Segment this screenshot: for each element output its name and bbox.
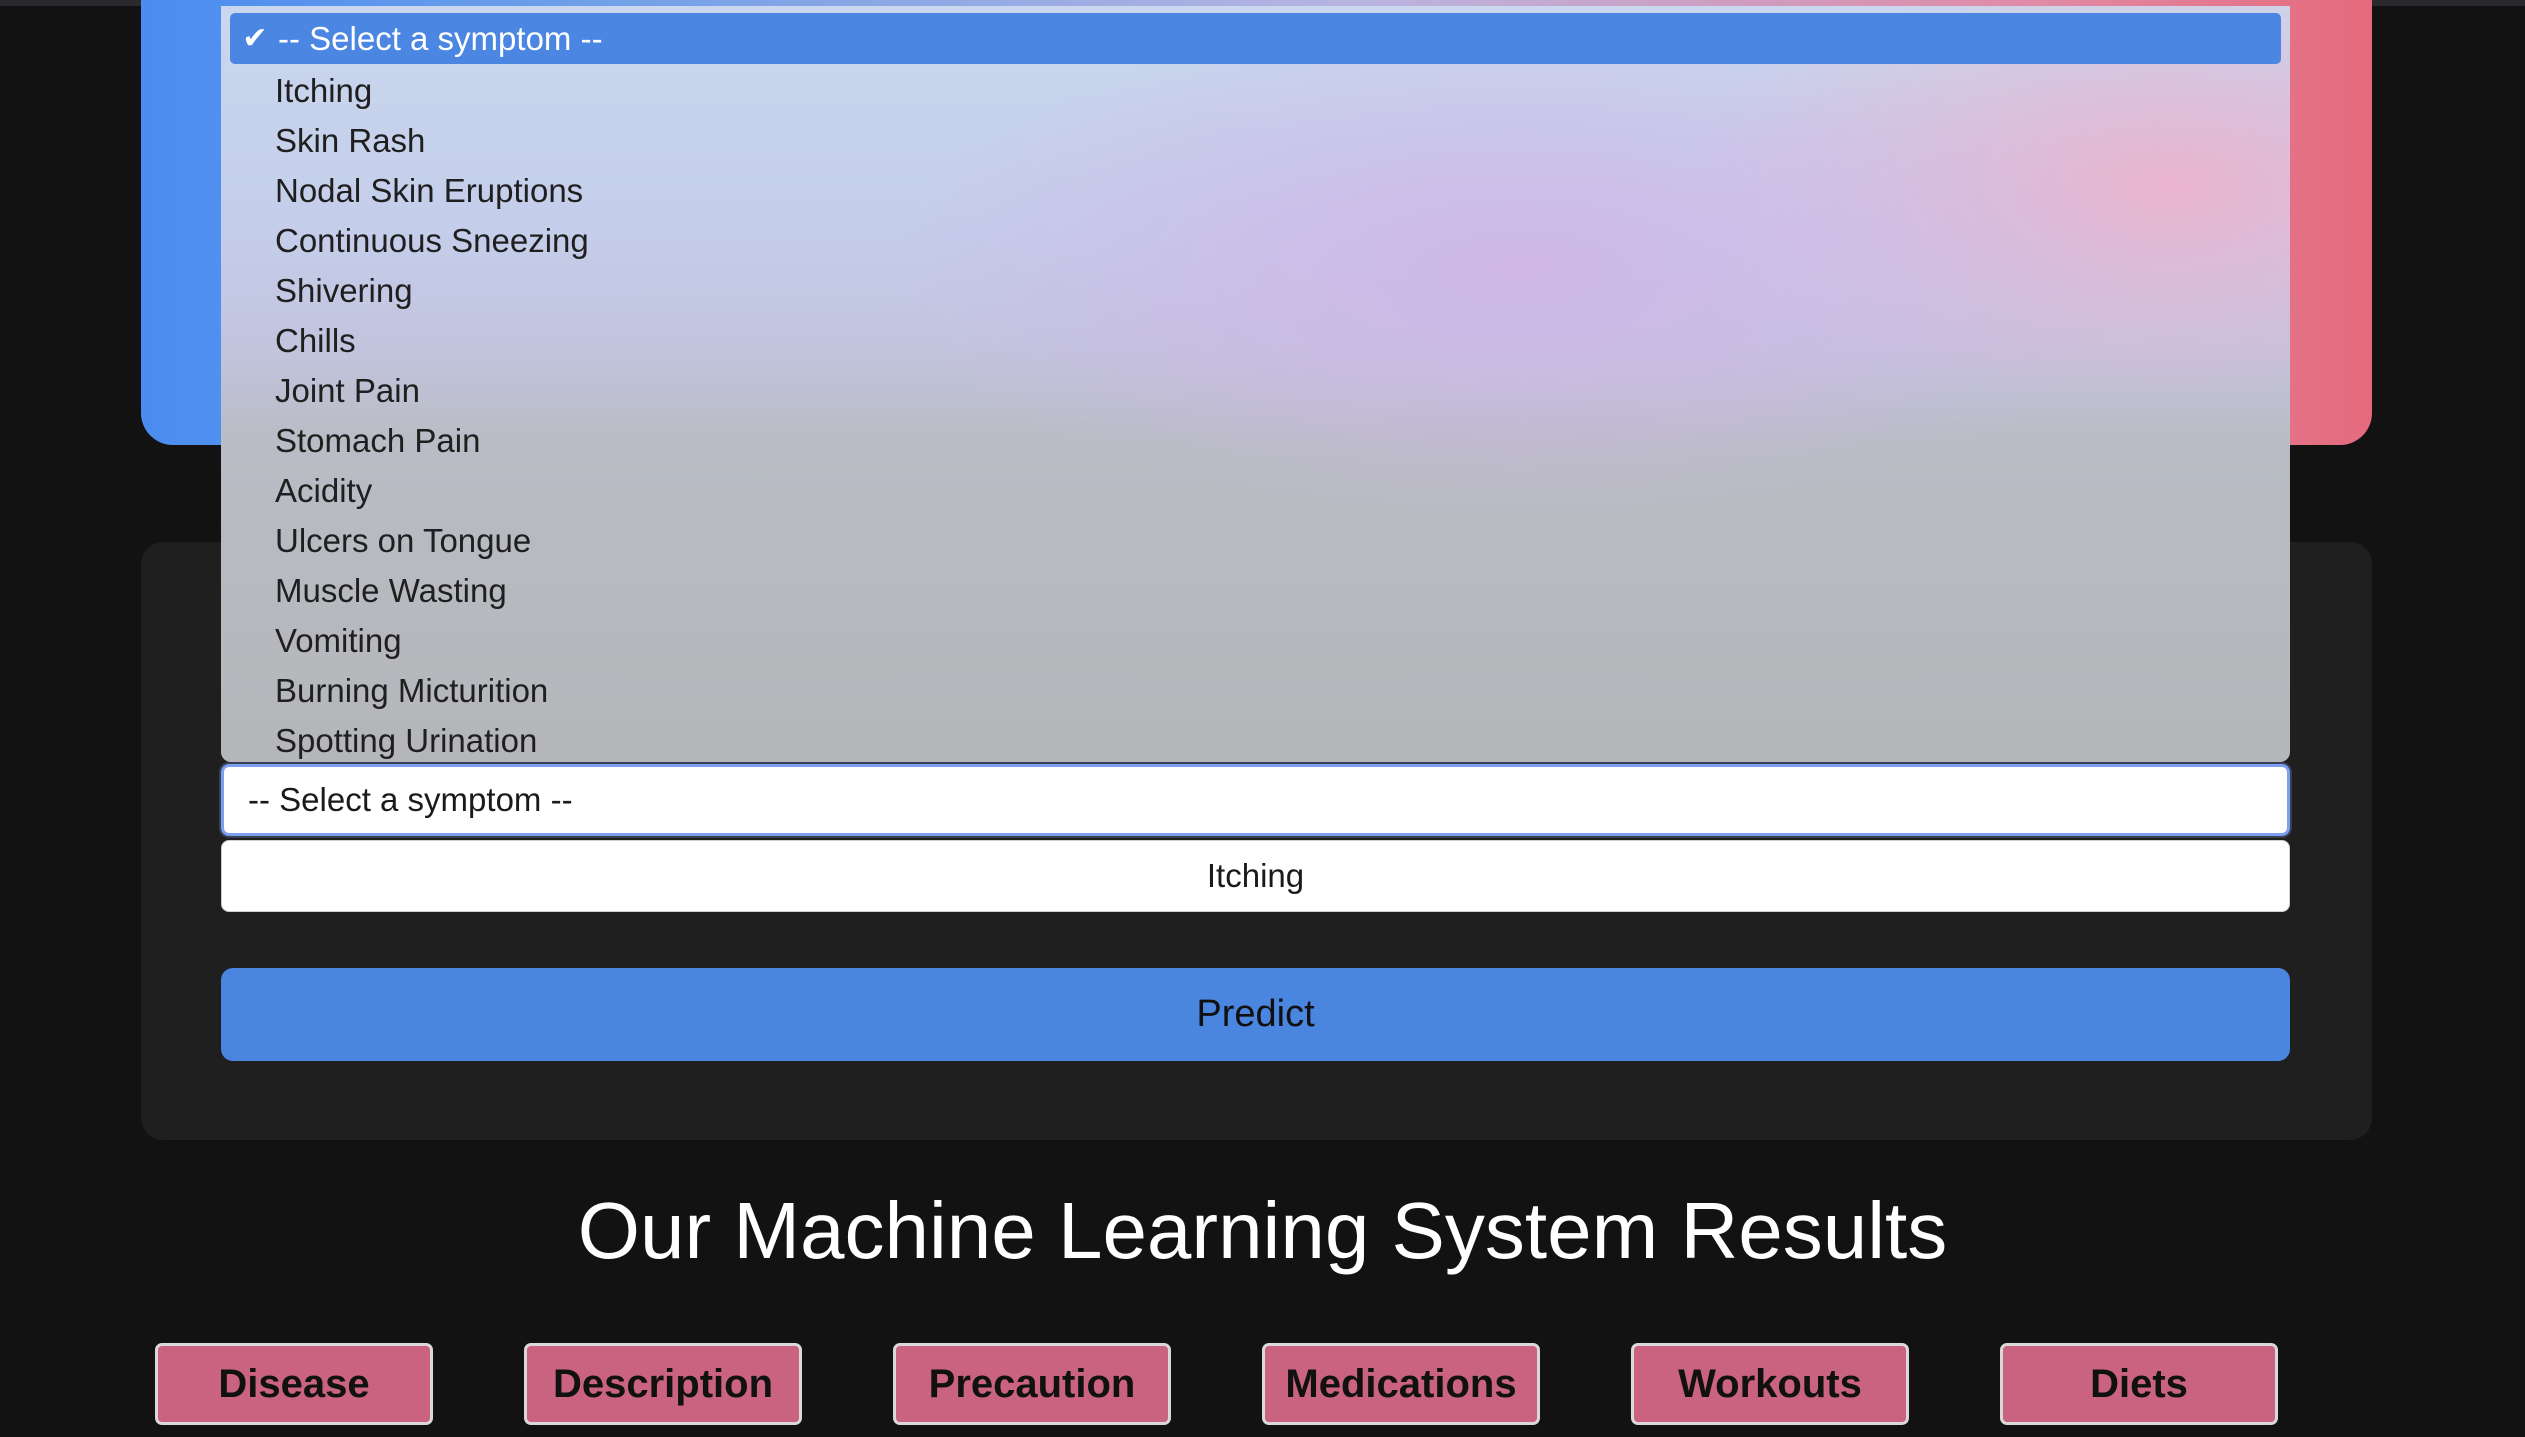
symptom-dropdown-list[interactable]: ✔ -- Select a symptom -- Itching Skin Ra… bbox=[221, 6, 2290, 762]
dropdown-option[interactable]: Continuous Sneezing bbox=[275, 216, 589, 266]
symptom-select-primary-value: -- Select a symptom -- bbox=[248, 781, 573, 818]
dropdown-option[interactable]: Shivering bbox=[275, 266, 413, 316]
results-heading: Our Machine Learning System Results bbox=[577, 1186, 1948, 1275]
predict-button-label: Predict bbox=[1196, 993, 1315, 1035]
medications-button[interactable]: Medications bbox=[1262, 1343, 1540, 1425]
dropdown-option[interactable]: Ulcers on Tongue bbox=[275, 516, 531, 566]
dropdown-option[interactable]: Spotting Urination bbox=[275, 716, 537, 762]
medications-button-label: Medications bbox=[1285, 1361, 1517, 1406]
dropdown-option[interactable]: Skin Rash bbox=[275, 116, 425, 166]
predict-button[interactable]: Predict bbox=[221, 968, 2290, 1061]
diets-button-label: Diets bbox=[2090, 1361, 2188, 1406]
dropdown-option[interactable]: Stomach Pain bbox=[275, 416, 480, 466]
symptom-select-secondary-value: Itching bbox=[1206, 857, 1305, 894]
dropdown-option-selected-label: -- Select a symptom -- bbox=[278, 19, 603, 57]
precaution-button[interactable]: Precaution bbox=[893, 1343, 1171, 1425]
dropdown-option[interactable]: Burning Micturition bbox=[275, 666, 548, 716]
workouts-button-label: Workouts bbox=[1678, 1361, 1862, 1406]
disease-button-label: Disease bbox=[218, 1361, 370, 1406]
description-button-label: Description bbox=[552, 1361, 774, 1406]
description-button[interactable]: Description bbox=[524, 1343, 802, 1425]
disease-button[interactable]: Disease bbox=[155, 1343, 433, 1425]
diets-button[interactable]: Diets bbox=[2000, 1343, 2278, 1425]
dropdown-option[interactable]: Muscle Wasting bbox=[275, 566, 507, 616]
check-icon: ✔ bbox=[242, 22, 268, 55]
dropdown-option[interactable]: Chills bbox=[275, 316, 356, 366]
symptom-select-primary[interactable]: -- Select a symptom -- bbox=[221, 764, 2290, 836]
symptom-select-secondary[interactable]: Itching bbox=[221, 840, 2290, 912]
precaution-button-label: Precaution bbox=[928, 1361, 1136, 1406]
dropdown-option-selected[interactable]: ✔ -- Select a symptom -- bbox=[230, 13, 2281, 64]
dropdown-option[interactable]: Vomiting bbox=[275, 616, 402, 666]
dropdown-option[interactable]: Joint Pain bbox=[275, 366, 420, 416]
dropdown-option[interactable]: Acidity bbox=[275, 466, 372, 516]
dropdown-option[interactable]: Itching bbox=[275, 66, 372, 116]
workouts-button[interactable]: Workouts bbox=[1631, 1343, 1909, 1425]
dropdown-option[interactable]: Nodal Skin Eruptions bbox=[275, 166, 583, 216]
